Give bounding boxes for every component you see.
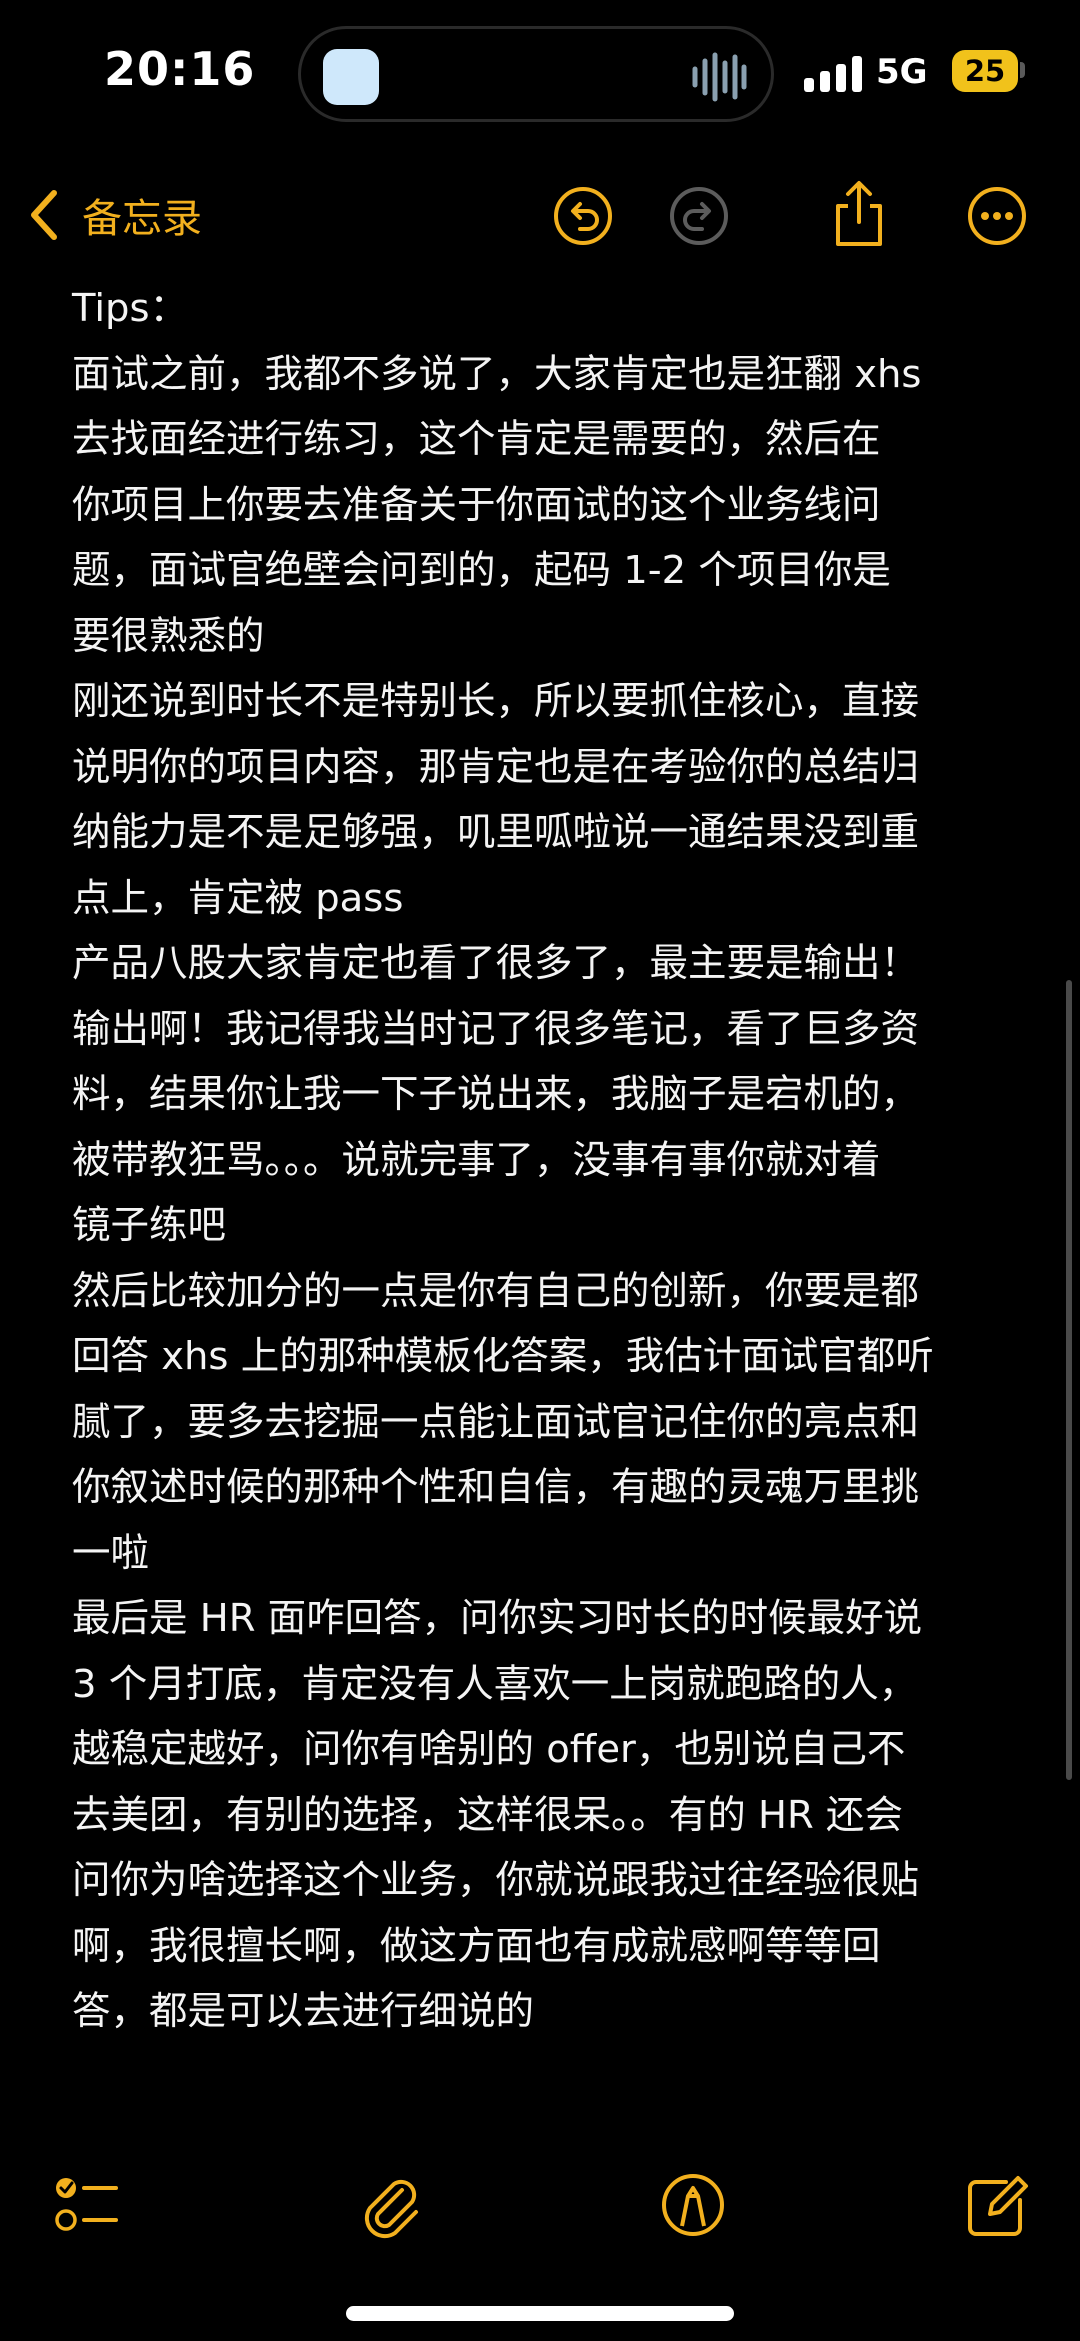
nav-bar: 备忘录 <box>0 150 1080 280</box>
note-line: 产品八股大家肯定也看了很多了，最主要是输出！ <box>72 941 920 986</box>
note-line: 你叙述时候的那种个性和自信，有趣的灵魂万里挑 <box>72 1465 920 1510</box>
chevron-left-icon <box>31 190 57 240</box>
note-line: 去找面经进行练习，这个肯定是需要的，然后在 <box>72 417 881 462</box>
note-line: 一啦 <box>72 1530 150 1576</box>
waveform-icon <box>692 52 747 102</box>
battery-indicator: 25 <box>952 50 1018 92</box>
note-line: 纳能力是不是足够强，叽里呱啦说一通结果没到重 <box>72 810 920 855</box>
note-line: 腻了，要多去挖掘一点能让面试官记住你的亮点和 <box>72 1399 920 1445</box>
note-line: Tips： <box>72 286 189 331</box>
compose-icon[interactable] <box>962 2170 1032 2240</box>
battery-cap <box>1020 62 1025 78</box>
note-line: 题，面试官绝壁会问到的，起码 1-2 个项目你是 <box>72 548 891 593</box>
status-time: 20:16 <box>104 42 256 96</box>
note-line: 刚还说到时长不是特别长，所以要抓住核心，直接 <box>72 679 920 724</box>
note-line: 镜子练吧 <box>72 1203 227 1248</box>
undo-icon[interactable] <box>552 185 614 247</box>
network-type: 5G <box>876 52 928 92</box>
bottom-toolbar <box>0 2160 1080 2280</box>
back-label: 备忘录 <box>82 196 202 242</box>
note-line: 料，结果你让我一下子说出来，我脑子是宕机的， <box>72 1072 920 1117</box>
checklist-icon[interactable] <box>52 2170 122 2240</box>
note-line: 输出啊！我记得我当时记了很多笔记，看了巨多资 <box>72 1006 920 1052</box>
note-line: 去美团，有别的选择，这样很呆。。有的 HR 还会 <box>72 1792 903 1838</box>
dynamic-island[interactable] <box>298 26 774 122</box>
note-line: 最后是 HR 面咋回答，问你实习时长的时候最好说 <box>72 1596 923 1641</box>
note-line: 越稳定越好，问你有啥别的 offer，也别说自己不 <box>72 1727 906 1772</box>
note-line: 3 个月打底，肯定没有人喜欢一上岗就跑路的人， <box>72 1661 918 1707</box>
cellular-signal-icon <box>804 56 862 92</box>
status-bar: 20:16 5G 25 <box>0 0 1080 150</box>
note-line: 答，都是可以去进行细说的 <box>72 1989 535 2034</box>
share-icon[interactable] <box>828 178 890 250</box>
back-button[interactable]: 备忘录 <box>24 160 202 270</box>
note-line: 啊，我很擅长啊，做这方面也有成就感啊等等回 <box>72 1923 881 1969</box>
note-line: 被带教狂骂。。。说就完事了，没事有事你就对着 <box>72 1137 881 1183</box>
note-line: 要很熟悉的 <box>72 613 265 659</box>
island-app-icon <box>323 49 379 105</box>
note-line: 说明你的项目内容，那肯定也是在考验你的总结归 <box>72 744 920 790</box>
note-line: 点上，肯定被 pass <box>72 875 404 921</box>
note-line: 你项目上你要去准备关于你面试的这个业务线问 <box>72 482 881 528</box>
note-text-area[interactable]: Tips： 面试之前，我都不多说了，大家肯定也是狂翻 xhs 去找面经进行练习，这个… <box>72 276 1022 2045</box>
scroll-indicator[interactable] <box>1066 980 1072 1780</box>
note-line: 回答 xhs 上的那种模板化答案，我估计面试官都听 <box>72 1334 934 1379</box>
note-line: 问你为啥选择这个业务，你就说跟我过往经验很贴 <box>72 1858 920 1903</box>
paperclip-icon[interactable] <box>356 2170 426 2240</box>
note-line: 然后比较加分的一点是你有自己的创新，你要是都 <box>72 1268 920 1314</box>
pen-markup-icon[interactable] <box>658 2170 728 2240</box>
more-icon[interactable] <box>966 185 1028 247</box>
note-line: 面试之前，我都不多说了，大家肯定也是狂翻 xhs <box>72 351 922 397</box>
home-indicator[interactable] <box>346 2306 734 2321</box>
redo-icon[interactable] <box>668 185 730 247</box>
